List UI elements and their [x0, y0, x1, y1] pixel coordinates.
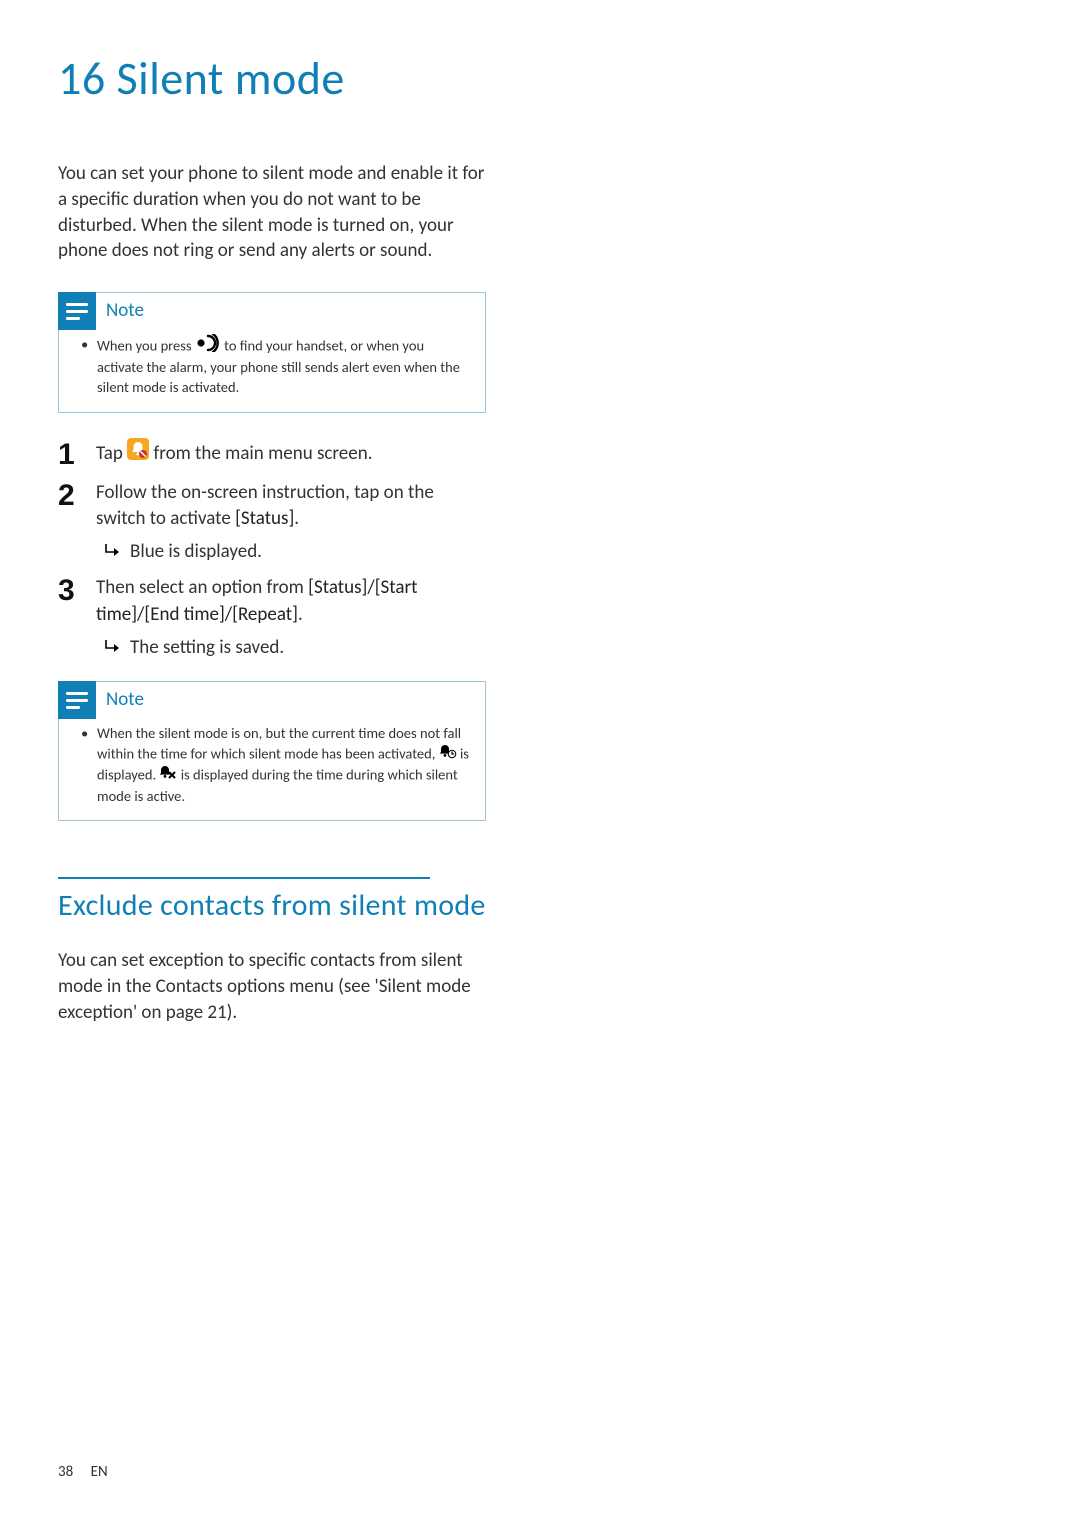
- step-result: Blue is displayed.: [96, 539, 486, 566]
- note-icon: [58, 292, 96, 330]
- section-divider: [58, 877, 430, 879]
- step1-post: from the main menu screen.: [153, 441, 372, 464]
- note-box-1: Note When you press to find your handset…: [58, 292, 486, 413]
- note-label: Note: [96, 298, 144, 324]
- step2-suffix: .: [294, 507, 299, 530]
- step3-suffix: .: [298, 603, 303, 626]
- step2-bold: [Status]: [235, 507, 294, 530]
- note-header: Note: [58, 292, 144, 330]
- step-number: 2: [58, 480, 96, 566]
- step-result: The setting is saved.: [96, 635, 486, 662]
- step2-result: Blue is displayed.: [130, 539, 262, 566]
- page-footer: 38 EN: [58, 1463, 108, 1481]
- step-1: 1 Tap from the main menu screen.: [58, 439, 486, 470]
- result-arrow-icon: [104, 539, 122, 566]
- step3-result: The setting is saved.: [130, 635, 284, 662]
- steps-list: 1 Tap from the main menu screen.: [58, 439, 486, 662]
- step-3: 3 Then select an option from [Status]/[S…: [58, 575, 486, 661]
- section-title: Exclude contacts from silent mode: [58, 889, 486, 922]
- step-body: Follow the on-screen instruction, tap on…: [96, 480, 486, 566]
- step-number: 3: [58, 575, 96, 661]
- step-body: Tap from the main menu screen.: [96, 439, 373, 470]
- step-2: 2 Follow the on-screen instruction, tap …: [58, 480, 486, 566]
- note-icon: [58, 681, 96, 719]
- note2-p1: When the silent mode is on, but the curr…: [97, 724, 461, 762]
- step1-pre: Tap: [96, 441, 127, 464]
- chapter-title: 16 Silent mode: [58, 55, 486, 103]
- note-header: Note: [58, 681, 144, 719]
- bell-x-icon: [159, 764, 177, 786]
- step3-text: Then select an option from: [96, 576, 308, 599]
- page-number: 38: [58, 1463, 73, 1481]
- section-body: You can set exception to specific contac…: [58, 948, 486, 1025]
- note-text-before: When you press: [97, 336, 195, 354]
- silent-bell-app-icon: [127, 438, 149, 469]
- note-box-2: Note When the silent mode is on, but the…: [58, 681, 486, 821]
- bell-clock-icon: [439, 743, 457, 765]
- note-text: When you press to find your handset, or …: [81, 335, 473, 398]
- step-body: Then select an option from [Status]/[Sta…: [96, 575, 486, 661]
- intro-paragraph: You can set your phone to silent mode an…: [58, 161, 486, 264]
- paging-icon: [195, 334, 221, 358]
- note-text: When the silent mode is on, but the curr…: [81, 724, 473, 806]
- chapter-name: Silent mode: [117, 51, 345, 107]
- note-label: Note: [96, 687, 144, 713]
- step-number: 1: [58, 439, 96, 470]
- page-language: EN: [91, 1463, 108, 1481]
- result-arrow-icon: [104, 635, 122, 662]
- chapter-number: 16: [58, 51, 106, 107]
